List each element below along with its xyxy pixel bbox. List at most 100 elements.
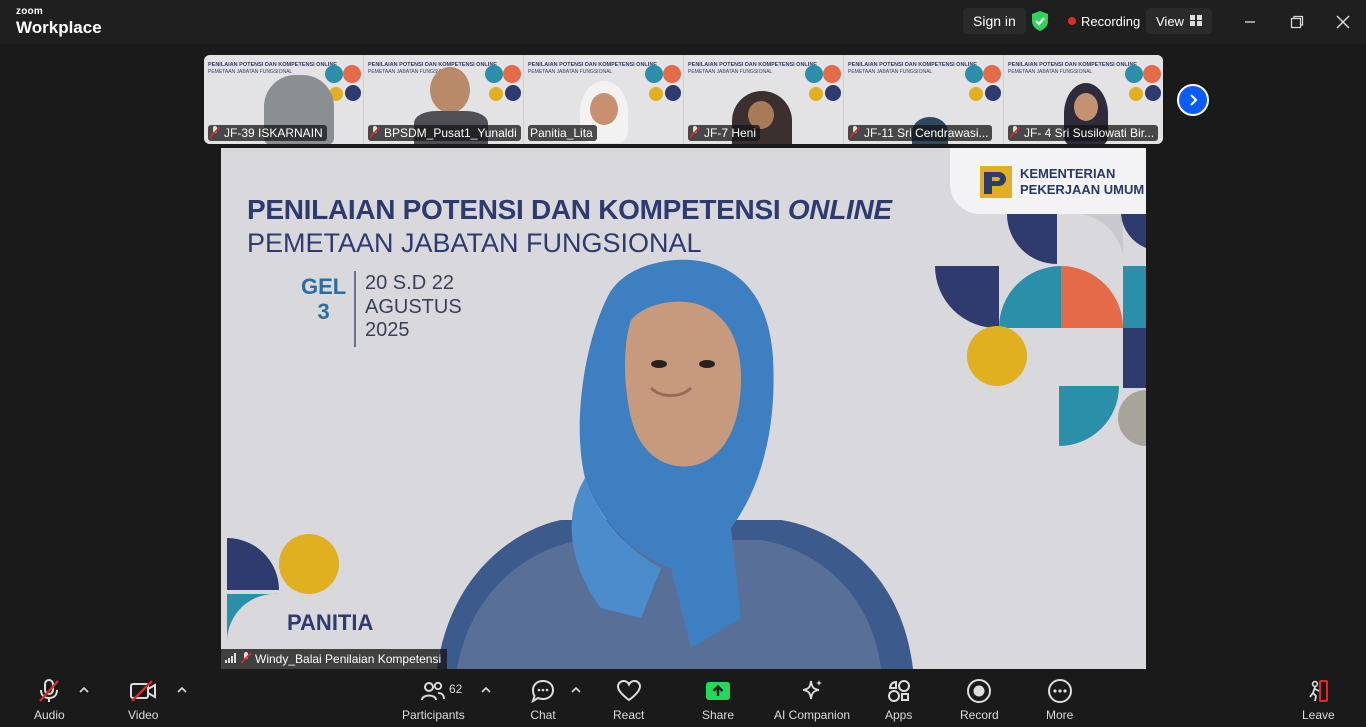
- sparkle-icon: [799, 678, 825, 704]
- thumb-slide-title: PENILAIAN POTENSI DAN KOMPETENSI ONLINE: [208, 62, 337, 68]
- thumb-slide-title: PENILAIAN POTENSI DAN KOMPETENSI ONLINE: [848, 62, 977, 68]
- record-icon: [966, 678, 992, 704]
- participants-icon: [420, 678, 446, 704]
- participant-tile[interactable]: PENILAIAN POTENSI DAN KOMPETENSI ONLINE …: [364, 55, 524, 144]
- video-label: Video: [128, 708, 159, 722]
- leave-label: Leave: [1302, 708, 1335, 722]
- signal-strength-icon: [225, 652, 237, 666]
- muted-microphone-icon: [37, 678, 61, 704]
- react-label: React: [613, 708, 645, 722]
- close-icon[interactable]: [1333, 12, 1353, 32]
- participant-tile[interactable]: PENILAIAN POTENSI DAN KOMPETENSI ONLINE …: [524, 55, 684, 144]
- chat-options-chevron-up-icon[interactable]: [571, 686, 581, 694]
- muted-mic-icon: [849, 125, 861, 141]
- audio-options-chevron-up-icon[interactable]: [79, 686, 89, 694]
- record-button[interactable]: Record: [960, 678, 999, 722]
- apps-button[interactable]: Apps: [885, 678, 912, 722]
- audio-label: Audio: [34, 708, 65, 722]
- main-speaker-video[interactable]: KEMENTERIAN PEKERJAAN UMUM PENILAIAN POT…: [221, 148, 1146, 669]
- grid-view-icon: [1189, 14, 1202, 29]
- thumb-slide-decoration: [805, 65, 841, 115]
- participants-label: Participants: [402, 708, 465, 722]
- participant-name: JF-11 Sri Cendrawasi...: [864, 126, 989, 140]
- thumb-slide-subtitle: PEMETAAN JABATAN FUNGSIONAL: [1008, 69, 1093, 75]
- muted-mic-icon: [369, 125, 381, 141]
- participants-options-chevron-up-icon[interactable]: [481, 686, 491, 694]
- participant-thumbnail-strip: PENILAIAN POTENSI DAN KOMPETENSI ONLINE …: [204, 55, 1163, 144]
- muted-mic-icon: [209, 125, 221, 141]
- participant-name-tag: JF-11 Sri Cendrawasi...: [848, 125, 993, 141]
- thumb-slide-title: PENILAIAN POTENSI DAN KOMPETENSI ONLINE: [688, 62, 817, 68]
- restore-icon[interactable]: [1287, 12, 1307, 32]
- more-options-icon: [1047, 678, 1073, 704]
- participant-name-tag: JF-7 Heni: [688, 125, 761, 141]
- recording-indicator[interactable]: Recording: [1058, 8, 1150, 34]
- view-label: View: [1156, 13, 1184, 29]
- record-label: Record: [960, 708, 999, 722]
- thumb-slide-decoration: [645, 65, 681, 115]
- next-page-button[interactable]: [1177, 84, 1209, 116]
- video-options-chevron-up-icon[interactable]: [177, 686, 187, 694]
- audio-button[interactable]: Audio: [34, 678, 65, 722]
- recording-label: Recording: [1081, 13, 1141, 29]
- minimize-icon[interactable]: [1240, 12, 1260, 32]
- recording-dot-icon: [1068, 17, 1076, 25]
- participant-name: JF- 4 Sri Susilowati Bir...: [1024, 126, 1155, 140]
- thumb-slide-subtitle: PEMETAAN JABATAN FUNGSIONAL: [848, 69, 933, 75]
- react-button[interactable]: React: [613, 678, 644, 722]
- participant-tile[interactable]: PENILAIAN POTENSI DAN KOMPETENSI ONLINE …: [844, 55, 1004, 144]
- thumb-slide-subtitle: PEMETAAN JABATAN FUNGSIONAL: [208, 69, 293, 75]
- sign-in-label: Sign in: [973, 13, 1016, 29]
- chat-icon: [530, 678, 556, 704]
- thumb-slide-decoration: [1125, 65, 1161, 115]
- participant-name-tag: JF-39 ISKARNAIN: [208, 125, 327, 141]
- muted-mic-icon: [689, 125, 701, 141]
- participant-name-tag: JF- 4 Sri Susilowati Bir...: [1008, 125, 1159, 141]
- view-button[interactable]: View: [1146, 8, 1212, 34]
- thumb-slide-decoration: [485, 65, 521, 115]
- participant-name: Panitia_Lita: [530, 126, 593, 140]
- participant-tile[interactable]: PENILAIAN POTENSI DAN KOMPETENSI ONLINE …: [684, 55, 844, 144]
- video-button[interactable]: Video: [128, 678, 158, 722]
- apps-icon: [886, 678, 912, 704]
- speaker-name-tag: Windy_Balai Penilaian Kompetensi: [221, 649, 448, 669]
- leave-meeting-icon: [1305, 678, 1331, 704]
- meeting-toolbar: Audio Video Participants 62 Chat React S…: [0, 672, 1366, 727]
- participant-video: [430, 67, 470, 113]
- ai-companion-button[interactable]: AI Companion: [774, 678, 850, 722]
- thumb-slide-title: PENILAIAN POTENSI DAN KOMPETENSI ONLINE: [528, 62, 657, 68]
- participant-name-tag: Panitia_Lita: [528, 125, 597, 141]
- zoom-workplace-logo: zoom Workplace: [16, 7, 102, 37]
- heart-icon: [616, 678, 642, 704]
- chat-button[interactable]: Chat: [530, 678, 556, 722]
- encryption-shield-icon[interactable]: [1030, 10, 1050, 37]
- participant-name: BPSDM_Pusat1_Yunaldi: [384, 126, 517, 140]
- apps-label: Apps: [885, 708, 913, 722]
- muted-mic-icon: [240, 651, 252, 667]
- chevron-right-icon: [1190, 94, 1198, 106]
- share-button[interactable]: Share: [702, 678, 734, 722]
- participant-face: [590, 93, 618, 125]
- speaker-name: Windy_Balai Penilaian Kompetensi: [255, 652, 442, 666]
- thumb-slide-subtitle: PEMETAAN JABATAN FUNGSIONAL: [528, 69, 613, 75]
- more-button[interactable]: More: [1046, 678, 1073, 722]
- title-bar: zoom Workplace Sign in Recording View: [0, 0, 1366, 44]
- share-screen-icon: [705, 678, 731, 704]
- thumb-slide-subtitle: PEMETAAN JABATAN FUNGSIONAL: [688, 69, 773, 75]
- thumb-slide-decoration: [965, 65, 1001, 115]
- muted-mic-icon: [1009, 125, 1021, 141]
- video-off-icon: [129, 678, 157, 704]
- share-label: Share: [702, 708, 735, 722]
- chat-label: Chat: [530, 708, 556, 722]
- ai-companion-label: AI Companion: [774, 708, 851, 722]
- more-label: More: [1046, 708, 1074, 722]
- participant-tile[interactable]: PENILAIAN POTENSI DAN KOMPETENSI ONLINE …: [204, 55, 364, 144]
- brand-big: Workplace: [16, 18, 102, 37]
- thumb-slide-title: PENILAIAN POTENSI DAN KOMPETENSI ONLINE: [368, 62, 497, 68]
- participant-face: [1074, 93, 1098, 121]
- sign-in-button[interactable]: Sign in: [963, 8, 1026, 34]
- participant-name: JF-7 Heni: [704, 126, 757, 140]
- participant-name-tag: BPSDM_Pusat1_Yunaldi: [368, 125, 521, 141]
- participant-tile[interactable]: PENILAIAN POTENSI DAN KOMPETENSI ONLINE …: [1004, 55, 1163, 144]
- leave-button[interactable]: Leave: [1302, 678, 1335, 722]
